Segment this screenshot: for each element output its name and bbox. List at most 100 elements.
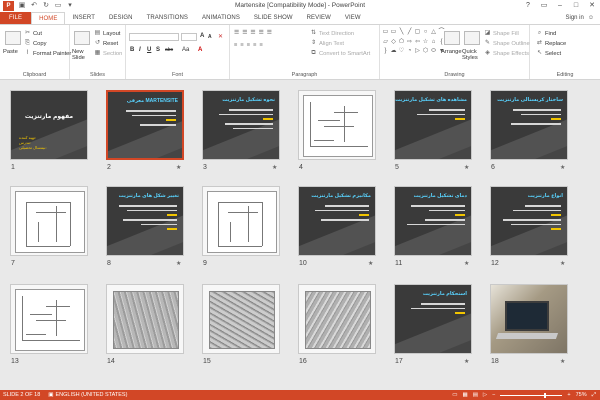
convert-smartart-button[interactable]: ⧉ Convert to SmartArt [310, 50, 370, 57]
align-row[interactable]: ≡≡≡≡≡ [234, 42, 266, 48]
transition-star-icon[interactable]: ★ [560, 260, 565, 267]
transition-star-icon[interactable]: ★ [464, 358, 469, 365]
transition-star-icon[interactable]: ★ [560, 358, 565, 365]
slide-preview[interactable] [202, 284, 280, 354]
new-slide-icon[interactable] [74, 31, 90, 45]
redo-icon[interactable]: ↻ [42, 2, 50, 10]
slide-preview[interactable]: دمای تشکیل مارتنزیت [394, 186, 472, 256]
font-size-box[interactable] [181, 33, 197, 41]
shrink-font-button[interactable]: A [208, 34, 212, 40]
slide-preview[interactable]: تغییر شکل های مارتنزیت [106, 186, 184, 256]
slide-preview[interactable] [298, 90, 376, 160]
slide-preview[interactable]: مکانیزم تشکیل مارتنزیت [298, 186, 376, 256]
ribbon-display-icon[interactable]: ▭ [536, 0, 552, 12]
customize-toolbar-icon[interactable]: ▾ [66, 2, 74, 10]
close-icon[interactable]: ✕ [584, 0, 600, 12]
slide-sorter-view-icon[interactable]: ▦ [463, 392, 468, 398]
fit-slide-icon[interactable]: ⤢ [592, 392, 596, 399]
cut-button[interactable]: ✂ Cut [24, 30, 42, 37]
slide-preview[interactable] [490, 284, 568, 354]
paste-icon[interactable] [5, 31, 21, 45]
slide-preview[interactable]: نحوه تشکیل مارتنزیت [202, 90, 280, 160]
zoom-in-button[interactable]: + [567, 392, 570, 398]
zoom-slider-knob[interactable] [544, 392, 547, 398]
transition-star-icon[interactable]: ★ [464, 164, 469, 171]
slide-preview[interactable]: استحکام مارتنزیت [394, 284, 472, 354]
tab-design[interactable]: DESIGN [102, 12, 140, 24]
tab-animations[interactable]: ANIMATIONS [195, 12, 247, 24]
bullets-row[interactable]: ☰☰☰☰☰ [234, 30, 275, 36]
copy-button[interactable]: ⎘ Copy [24, 40, 46, 47]
select-button[interactable]: ↖ Select [536, 50, 561, 57]
font-name-box[interactable] [129, 33, 179, 41]
tab-transitions[interactable]: TRANSITIONS [140, 12, 195, 24]
transition-star-icon[interactable]: ★ [560, 164, 565, 171]
new-slide-button[interactable]: New Slide [72, 49, 94, 61]
zoom-level[interactable]: 75% [576, 392, 587, 398]
bold-button[interactable]: B [130, 47, 134, 53]
shape-fill-button[interactable]: ◪ Shape Fill [484, 30, 519, 37]
align-text-button[interactable]: ⇕ Align Text [310, 40, 344, 47]
transition-star-icon[interactable]: ★ [272, 164, 277, 171]
tab-insert[interactable]: INSERT [65, 12, 102, 24]
slide-preview[interactable] [298, 284, 376, 354]
tab-review[interactable]: REVIEW [300, 12, 338, 24]
arrange-icon[interactable] [444, 31, 460, 45]
maximize-icon[interactable]: □ [568, 0, 584, 12]
reading-view-icon[interactable]: ▤ [473, 392, 478, 398]
section-button[interactable]: ▦ Section [94, 50, 123, 57]
format-painter-button[interactable]: ⌇ Format Painter [24, 50, 71, 57]
slide-text-line [411, 205, 465, 207]
font-color-button[interactable]: A [198, 47, 202, 53]
minimize-icon[interactable]: – [552, 0, 568, 12]
language-indicator[interactable]: ▣ ENGLISH (UNITED STATES) [48, 392, 127, 398]
slide-preview[interactable] [106, 284, 184, 354]
transition-star-icon[interactable]: ★ [464, 260, 469, 267]
tab-file[interactable]: FILE [0, 12, 32, 24]
reset-button[interactable]: ↺ Reset [94, 40, 118, 47]
save-icon[interactable]: ▣ [18, 2, 26, 10]
normal-view-icon[interactable]: ▭ [452, 392, 457, 398]
help-icon[interactable]: ? [520, 0, 536, 12]
tab-home[interactable]: HOME [31, 12, 66, 24]
italic-button[interactable]: I [139, 47, 141, 53]
transition-star-icon[interactable]: ★ [176, 164, 181, 171]
clear-format-icon[interactable]: ✕ [218, 33, 223, 40]
slide-preview[interactable] [10, 284, 88, 354]
text-direction-button[interactable]: ⇅ Text Direction [310, 30, 354, 37]
slide-preview[interactable]: معرفی MARTENSITE [106, 90, 184, 160]
tab-view[interactable]: VIEW [338, 12, 368, 24]
user-icon[interactable]: ☺ [588, 12, 594, 24]
slideshow-view-icon[interactable]: ▷ [483, 392, 487, 398]
shapes-gallery[interactable]: ▭ ▭ ╲ ╱ ▢ ○ △ ⌒ ▱ ◇ ⬠ ⇨ ⇦ ☆ ⌂{ } ☁ ♡ ◔ ▷ ⬡ ⬭ ▾ [382, 29, 445, 57]
slide-preview[interactable]: ساختار کریستالی مارتنزیت [490, 90, 568, 160]
quick-styles-icon[interactable] [464, 31, 480, 45]
paste-button[interactable]: Paste [3, 49, 18, 55]
shape-outline-button[interactable]: ✎ Shape Outline [484, 40, 530, 47]
replace-button[interactable]: ⇄ Replace [536, 40, 566, 47]
change-case-button[interactable]: Aa [182, 47, 189, 53]
quick-styles-button[interactable]: Quick Styles [462, 49, 482, 61]
strikethrough-button[interactable]: abc [165, 47, 173, 53]
shadow-button[interactable]: S [156, 47, 160, 53]
slide-body [403, 303, 465, 317]
sign-in-link[interactable]: Sign in [566, 12, 584, 24]
find-button[interactable]: ⌕ Find [536, 30, 556, 37]
slide-preview[interactable]: انواع مارتنزیت [490, 186, 568, 256]
slide-preview[interactable] [10, 186, 88, 256]
zoom-out-button[interactable]: − [492, 392, 495, 398]
slide-preview[interactable]: مفهوم مارتنزیت تهیه کننده: مدرس: نیمسال ت… [10, 90, 88, 160]
layout-button[interactable]: ▤ Layout [94, 30, 121, 37]
tab-slide-show[interactable]: SLIDE SHOW [247, 12, 300, 24]
undo-icon[interactable]: ↶ [30, 2, 38, 10]
transition-star-icon[interactable]: ★ [368, 260, 373, 267]
grow-font-button[interactable]: A [200, 33, 204, 39]
underline-button[interactable]: U [147, 47, 151, 53]
presentation-icon[interactable]: ▭ [54, 2, 62, 10]
slide-preview[interactable] [202, 186, 280, 256]
zoom-slider[interactable] [500, 392, 563, 398]
shape-effects-button[interactable]: ◈ Shape Effects [484, 50, 529, 57]
slide-preview[interactable]: مشاهده های تشکیل مارتنزیت [394, 90, 472, 160]
transition-star-icon[interactable]: ★ [176, 260, 181, 267]
arrange-button[interactable]: Arrange [441, 49, 462, 55]
